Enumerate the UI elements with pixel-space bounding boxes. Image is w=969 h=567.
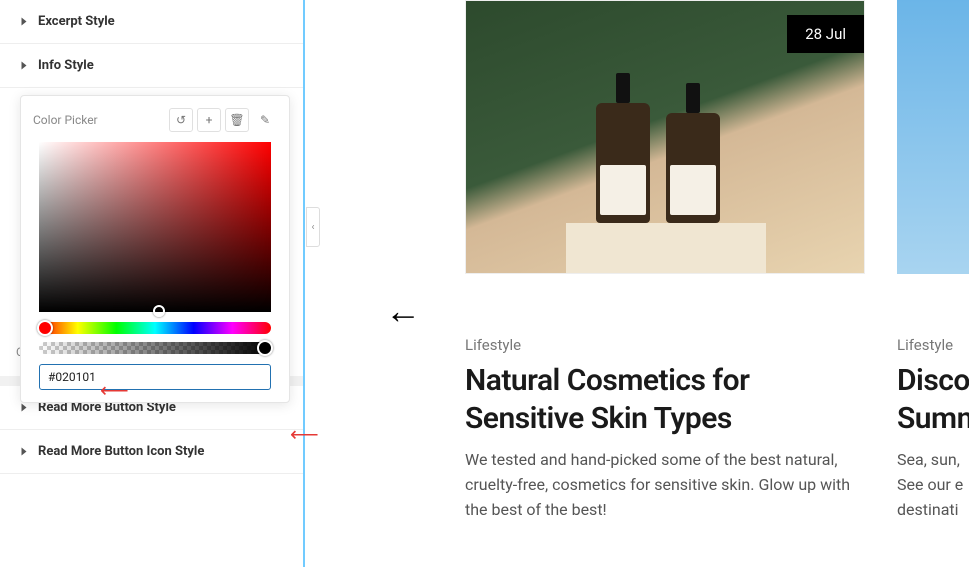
section-label: Excerpt Style [38,14,115,29]
color-picker-tools: ↺ + 🗑 ✎ [169,108,277,132]
alpha-slider[interactable] [39,342,271,354]
caret-right-icon [22,62,27,70]
post-category-2[interactable]: Lifestyle [897,336,953,354]
saturation-value-panel[interactable] [39,142,271,312]
post-excerpt-2: Sea, sun, See our e destinati [897,448,969,522]
section-label: Read More Button Icon Style [38,444,204,459]
hue-thumb[interactable] [37,320,53,336]
post-title[interactable]: Natural Cosmetics for Sensitive Skin Typ… [465,362,865,437]
hex-input[interactable] [39,364,271,390]
bottle-shape [666,113,720,223]
annotation-arrow-hex: ⟵ [100,378,129,402]
post-category[interactable]: Lifestyle [465,336,521,354]
annotation-arrow-swatch: ⟵ [290,422,319,446]
card-image[interactable]: 28 Jul [465,0,865,274]
add-button[interactable]: + [197,108,221,132]
collapse-handle[interactable]: ‹ [306,207,320,247]
post-excerpt: We tested and hand-picked some of the be… [465,448,865,522]
caret-right-icon [22,404,27,412]
post-title-2[interactable]: Disco Summ [897,362,969,437]
color-picker-popup: Color Picker ↺ + 🗑 ✎ [20,95,290,403]
sv-cursor[interactable] [153,305,165,317]
hue-slider[interactable] [39,322,271,334]
card-image-2[interactable] [897,0,969,274]
pedestal-shape [566,223,766,273]
preview-area: ‹ 28 Jul ← Lifestyle Natural Cosmetics f… [307,0,969,567]
trash-button[interactable]: 🗑 [225,108,249,132]
caret-right-icon [22,18,27,26]
date-badge: 28 Jul [787,15,864,53]
color-picker-header: Color Picker ↺ + 🗑 ✎ [33,108,277,132]
carousel-prev-button[interactable]: ← [385,290,421,332]
color-picker-title: Color Picker [33,113,98,127]
reset-button[interactable]: ↺ [169,108,193,132]
section-excerpt-style[interactable]: Excerpt Style [0,0,303,44]
section-info-style[interactable]: Info Style [0,44,303,88]
caret-right-icon [22,448,27,456]
bottle-shape [596,103,650,223]
section-read-more-button-icon-style[interactable]: Read More Button Icon Style [0,430,303,474]
section-label: Info Style [38,58,94,73]
alpha-thumb[interactable] [257,340,273,356]
eyedropper-button[interactable]: ✎ [253,108,277,132]
